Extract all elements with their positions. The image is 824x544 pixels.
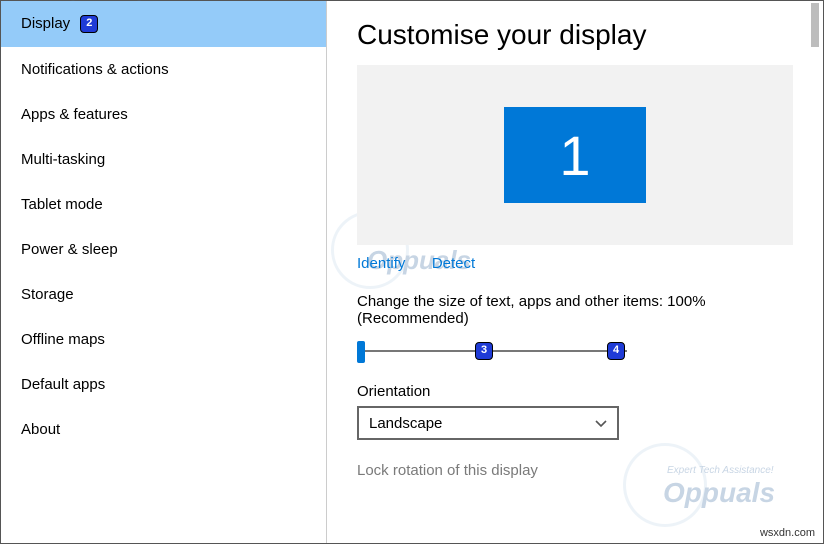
sidebar-item-label: Power & sleep (21, 241, 118, 258)
sidebar-item-storage[interactable]: Storage (1, 272, 326, 317)
page-title: Customise your display (357, 19, 793, 51)
source-credit: wsxdn.com (760, 527, 815, 539)
detect-link[interactable]: Detect (432, 255, 475, 272)
sidebar-item-notifications[interactable]: Notifications & actions (1, 47, 326, 92)
sidebar-item-default-apps[interactable]: Default apps (1, 362, 326, 407)
sidebar-item-label: Default apps (21, 376, 105, 393)
sidebar-item-display[interactable]: Display 2 (1, 1, 326, 47)
sidebar-item-offline-maps[interactable]: Offline maps (1, 317, 326, 362)
monitor-1[interactable]: 1 (504, 107, 646, 203)
main-scrollbar[interactable] (811, 3, 819, 47)
settings-sidebar: Display 2 Notifications & actions Apps &… (1, 1, 327, 543)
sidebar-item-label: Tablet mode (21, 196, 103, 213)
orientation-select[interactable]: Landscape (357, 406, 619, 440)
sidebar-item-apps-features[interactable]: Apps & features (1, 92, 326, 137)
sidebar-item-multitasking[interactable]: Multi-tasking (1, 137, 326, 182)
sidebar-item-tablet-mode[interactable]: Tablet mode (1, 182, 326, 227)
sidebar-item-label: Offline maps (21, 331, 105, 348)
orientation-label: Orientation (357, 383, 793, 400)
sidebar-item-power-sleep[interactable]: Power & sleep (1, 227, 326, 272)
annotation-badge-4: 4 (607, 342, 625, 360)
sidebar-item-label: Storage (21, 286, 74, 303)
sidebar-item-label: Apps & features (21, 106, 128, 123)
sidebar-item-label: About (21, 421, 60, 438)
slider-track (363, 350, 627, 352)
annotation-badge-3: 3 (475, 342, 493, 360)
sidebar-scrollbar[interactable] (318, 1, 324, 41)
lock-rotation-label: Lock rotation of this display (357, 462, 793, 479)
scale-slider[interactable]: 3 4 (357, 339, 627, 365)
sidebar-item-about[interactable]: About (1, 407, 326, 452)
display-arrangement-area[interactable]: 1 (357, 65, 793, 245)
chevron-down-icon (595, 417, 607, 429)
sidebar-item-label: Display (21, 15, 70, 32)
annotation-badge-2: 2 (80, 15, 98, 33)
monitor-number: 1 (559, 123, 590, 188)
settings-main: Customise your display 1 Identify Detect… (327, 1, 823, 543)
scale-label: Change the size of text, apps and other … (357, 293, 793, 327)
sidebar-item-label: Multi-tasking (21, 151, 105, 168)
orientation-value: Landscape (369, 415, 442, 432)
identify-link[interactable]: Identify (357, 255, 405, 272)
sidebar-item-label: Notifications & actions (21, 61, 169, 78)
slider-thumb[interactable] (357, 341, 365, 363)
